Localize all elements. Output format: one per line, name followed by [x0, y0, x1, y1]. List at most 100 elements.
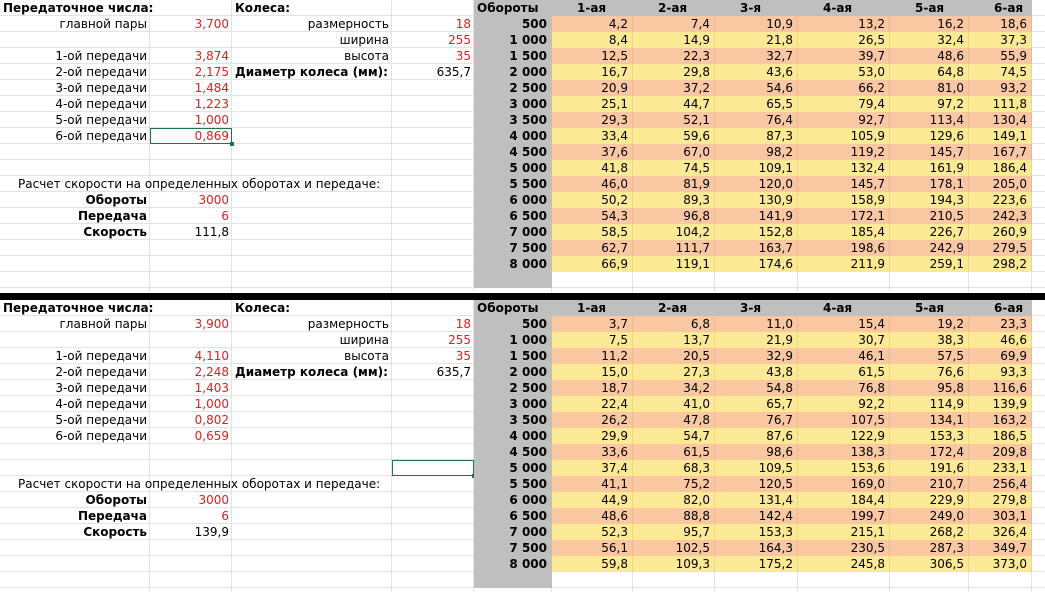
speed-cell[interactable]: 12,5	[552, 48, 633, 64]
speed-cell[interactable]: 61,5	[798, 364, 890, 380]
speed-cell[interactable]: 279,5	[969, 240, 1032, 256]
rpm-column-header[interactable]: Обороты	[474, 0, 552, 16]
gear-ratio-label[interactable]: 3-ой передачи	[0, 380, 150, 396]
gear-ratio-value[interactable]: 1,223	[150, 96, 232, 112]
wheel-diameter-label[interactable]: Диаметр колеса (мм):	[232, 364, 392, 380]
speed-cell[interactable]: 242,3	[969, 208, 1032, 224]
speed-cell[interactable]: 169,0	[798, 476, 890, 492]
speed-cell[interactable]: 10,9	[715, 16, 798, 32]
speed-cell[interactable]: 306,5	[890, 556, 969, 572]
speed-cell[interactable]: 54,8	[715, 380, 798, 396]
gear-column-header[interactable]: 5-ая	[890, 0, 969, 16]
wheel-height-label[interactable]: высота	[232, 348, 392, 364]
speed-cell[interactable]: 58,5	[552, 224, 633, 240]
rpm-row-header[interactable]: 6 000	[474, 192, 552, 208]
speed-cell[interactable]: 54,6	[715, 80, 798, 96]
rpm-row-header[interactable]: 4 000	[474, 428, 552, 444]
wheel-width-value[interactable]: 255	[392, 32, 474, 48]
rpm-row-header[interactable]: 5 000	[474, 460, 552, 476]
speed-calc-title[interactable]: Расчет скорости на определенных оборотах…	[0, 176, 474, 192]
speed-cell[interactable]: 131,4	[715, 492, 798, 508]
speed-cell[interactable]: 139,9	[969, 396, 1032, 412]
speed-cell[interactable]: 87,6	[715, 428, 798, 444]
speed-cell[interactable]: 74,5	[633, 160, 715, 176]
rpm-row-header[interactable]: 2 500	[474, 80, 552, 96]
speed-cell[interactable]: 102,5	[633, 540, 715, 556]
speed-cell[interactable]: 41,8	[552, 160, 633, 176]
speed-cell[interactable]: 8,4	[552, 32, 633, 48]
speed-cell[interactable]: 149,1	[969, 128, 1032, 144]
speed-cell[interactable]: 114,9	[890, 396, 969, 412]
speed-cell[interactable]: 33,6	[552, 444, 633, 460]
calc-gear-label[interactable]: Передача	[0, 508, 150, 524]
speed-cell[interactable]: 215,1	[798, 524, 890, 540]
gear-ratio-value[interactable]: 4,110	[150, 348, 232, 364]
calc-gear-input[interactable]: 6	[150, 208, 232, 224]
speed-cell[interactable]: 39,7	[798, 48, 890, 64]
speed-cell[interactable]: 30,7	[798, 332, 890, 348]
speed-cell[interactable]: 37,2	[633, 80, 715, 96]
speed-cell[interactable]: 11,2	[552, 348, 633, 364]
speed-cell[interactable]: 47,8	[633, 412, 715, 428]
speed-cell[interactable]: 44,9	[552, 492, 633, 508]
speed-cell[interactable]: 122,9	[798, 428, 890, 444]
calc-speed-value[interactable]: 139,9	[150, 524, 232, 540]
speed-cell[interactable]: 48,6	[552, 508, 633, 524]
speed-cell[interactable]: 104,2	[633, 224, 715, 240]
rpm-row-header[interactable]: 1 000	[474, 32, 552, 48]
speed-cell[interactable]: 326,4	[969, 524, 1032, 540]
speed-cell[interactable]: 95,8	[890, 380, 969, 396]
speed-cell[interactable]: 113,4	[890, 112, 969, 128]
speed-cell[interactable]: 158,9	[798, 192, 890, 208]
speed-cell[interactable]: 68,3	[633, 460, 715, 476]
speed-cell[interactable]: 66,9	[552, 256, 633, 272]
calc-gear-label[interactable]: Передача	[0, 208, 150, 224]
speed-cell[interactable]: 37,3	[969, 32, 1032, 48]
speed-cell[interactable]: 65,5	[715, 96, 798, 112]
speed-cell[interactable]: 14,9	[633, 32, 715, 48]
speed-cell[interactable]: 29,9	[552, 428, 633, 444]
speed-cell[interactable]: 13,2	[798, 16, 890, 32]
rpm-row-header[interactable]: 6 000	[474, 492, 552, 508]
speed-cell[interactable]: 81,9	[633, 176, 715, 192]
gear-column-header[interactable]: 5-ая	[890, 300, 969, 316]
speed-cell[interactable]: 194,3	[890, 192, 969, 208]
speed-cell[interactable]: 107,5	[798, 412, 890, 428]
rpm-row-header[interactable]: 7 000	[474, 224, 552, 240]
speed-cell[interactable]: 11,0	[715, 316, 798, 332]
speed-cell[interactable]: 96,8	[633, 208, 715, 224]
speed-cell[interactable]: 76,4	[715, 112, 798, 128]
main-pair-value[interactable]: 3,700	[150, 16, 232, 32]
speed-cell[interactable]: 89,3	[633, 192, 715, 208]
speed-cell[interactable]: 21,9	[715, 332, 798, 348]
speed-cell[interactable]: 120,0	[715, 176, 798, 192]
wheel-diameter-value[interactable]: 635,7	[392, 364, 474, 380]
gear-ratio-value[interactable]: 1,484	[150, 80, 232, 96]
gear-column-header[interactable]: 4-ая	[798, 300, 890, 316]
speed-cell[interactable]: 18,6	[969, 16, 1032, 32]
gear-ratio-value[interactable]: 2,248	[150, 364, 232, 380]
speed-cell[interactable]: 134,1	[890, 412, 969, 428]
speed-cell[interactable]: 66,2	[798, 80, 890, 96]
wheel-diameter-label[interactable]: Диаметр колеса (мм):	[232, 64, 392, 80]
speed-cell[interactable]: 29,3	[552, 112, 633, 128]
speed-cell[interactable]: 65,7	[715, 396, 798, 412]
speed-cell[interactable]: 79,4	[798, 96, 890, 112]
speed-cell[interactable]: 69,9	[969, 348, 1032, 364]
speed-cell[interactable]: 53,0	[798, 64, 890, 80]
speed-cell[interactable]: 76,8	[798, 380, 890, 396]
gear-column-header[interactable]: 1-ая	[552, 0, 633, 16]
speed-cell[interactable]: 141,9	[715, 208, 798, 224]
wheel-size-label[interactable]: размерность	[232, 16, 392, 32]
rpm-row-header[interactable]: 3 000	[474, 396, 552, 412]
speed-calc-title[interactable]: Расчет скорости на определенных оборотах…	[0, 476, 474, 492]
gear-column-header[interactable]: 4-ая	[798, 0, 890, 16]
speed-cell[interactable]: 198,6	[798, 240, 890, 256]
calc-gear-input[interactable]: 6	[150, 508, 232, 524]
speed-cell[interactable]: 199,7	[798, 508, 890, 524]
selected-cell[interactable]	[392, 460, 476, 478]
speed-cell[interactable]: 75,2	[633, 476, 715, 492]
speed-cell[interactable]: 32,4	[890, 32, 969, 48]
speed-cell[interactable]: 98,2	[715, 144, 798, 160]
rpm-row-header[interactable]: 5 500	[474, 176, 552, 192]
